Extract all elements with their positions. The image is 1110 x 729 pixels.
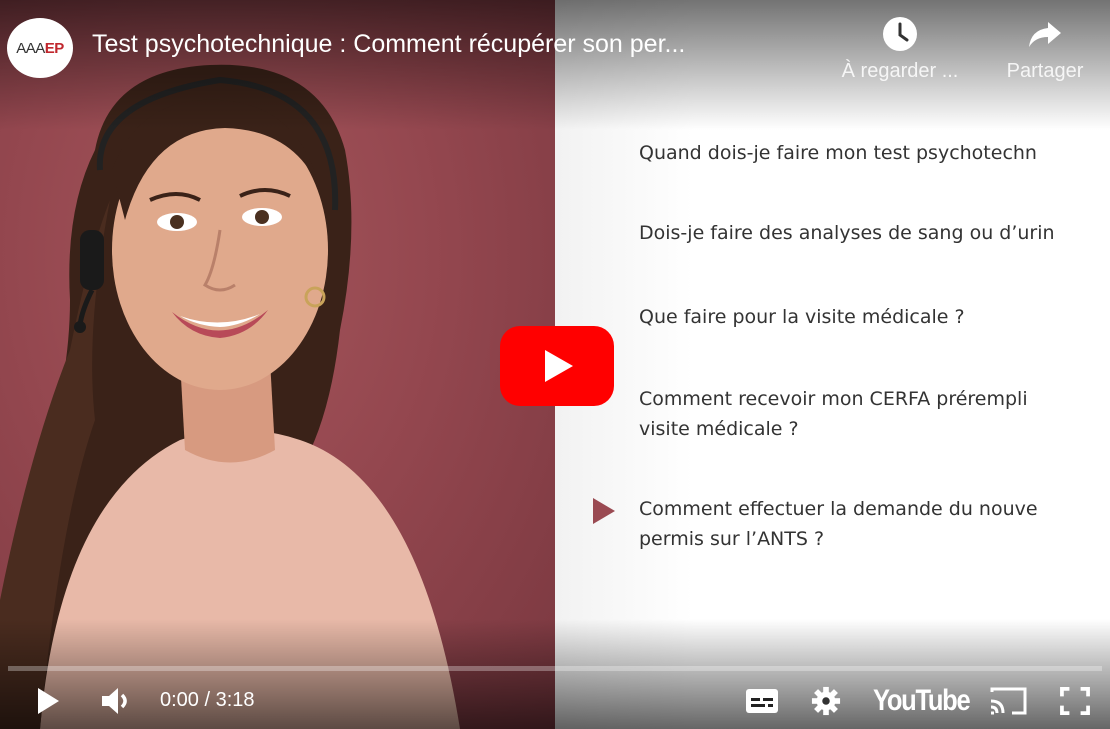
- slide-item-line: permis sur l’ANTS ?: [639, 528, 825, 550]
- youtube-logo[interactable]: YouTube: [873, 684, 971, 718]
- share-button[interactable]: Partager: [995, 16, 1095, 83]
- channel-logo-text-b: EP: [44, 39, 65, 57]
- subtitles-button[interactable]: [742, 672, 782, 729]
- fullscreen-icon: [1060, 686, 1090, 715]
- large-play-button[interactable]: [500, 326, 614, 406]
- subtitles-icon: [746, 688, 778, 713]
- watch-later-button[interactable]: À regarder ...: [830, 16, 970, 83]
- gear-icon: [811, 686, 841, 715]
- volume-button[interactable]: [96, 672, 140, 729]
- fullscreen-button[interactable]: [1055, 672, 1095, 729]
- slide-item-active: Comment effectuer la demande du nouve pe…: [639, 494, 1038, 554]
- settings-button[interactable]: [806, 672, 846, 729]
- slide-item-line: Quand dois-je faire mon test psychotechn: [639, 142, 1037, 164]
- play-button[interactable]: [28, 672, 68, 729]
- cast-icon: [990, 687, 1027, 714]
- slide-item-line: Comment recevoir mon CERFA prérempli: [639, 388, 1028, 410]
- channel-avatar[interactable]: AAA EP: [7, 18, 73, 78]
- time-display: 0:00 / 3:18: [160, 689, 255, 711]
- play-icon: [38, 687, 59, 714]
- slide-item-line: Comment effectuer la demande du nouve: [639, 498, 1038, 520]
- video-title[interactable]: Test psychotechnique : Comment récupérer…: [92, 30, 685, 59]
- volume-icon: [102, 687, 127, 714]
- clock-icon: [883, 17, 917, 51]
- slide-item-line: Dois-je faire des analyses de sang ou d’…: [639, 222, 1055, 244]
- slide-item: Que faire pour la visite médicale ?: [639, 302, 965, 332]
- slide-item-line: visite médicale ?: [639, 418, 799, 440]
- share-arrow-icon: [1029, 22, 1061, 47]
- watch-later-label: À regarder ...: [841, 60, 959, 82]
- slide-item: Quand dois-je faire mon test psychotechn: [639, 138, 1037, 168]
- share-label: Partager: [1006, 60, 1084, 82]
- player-controls: 0:00 / 3:18 YouTube: [0, 672, 1110, 729]
- slide-item-line: Que faire pour la visite médicale ?: [639, 306, 965, 328]
- slide-item: Dois-je faire des analyses de sang ou d’…: [639, 218, 1055, 248]
- video-player[interactable]: AAA EP Test psychotechnique : Comment réc…: [0, 0, 1110, 729]
- cast-button[interactable]: [985, 672, 1031, 729]
- channel-logo-text-a: AAA: [16, 39, 45, 57]
- progress-bar[interactable]: [8, 666, 1102, 671]
- slide-active-bullet-icon: [593, 498, 615, 524]
- slide-item: Comment recevoir mon CERFA prérempli vis…: [639, 384, 1028, 444]
